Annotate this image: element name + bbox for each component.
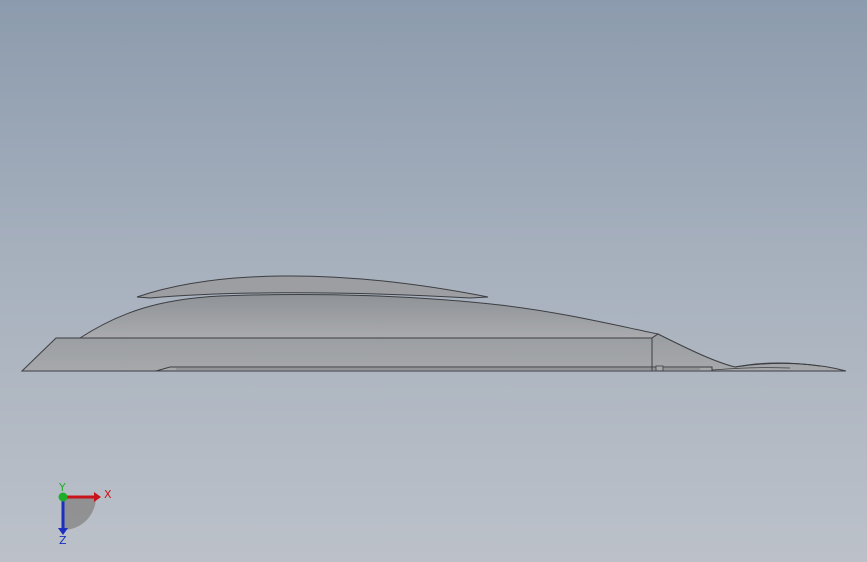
z-axis-label: Z: [59, 534, 67, 546]
small-square-feature[interactable]: [655, 365, 664, 372]
graphics-viewport[interactable]: X Y Z: [0, 0, 867, 562]
model-side-view[interactable]: [0, 0, 867, 562]
main-body[interactable]: [78, 293, 660, 339]
triad-shadow: [63, 497, 96, 530]
x-axis-label: X: [104, 488, 112, 501]
x-axis-arrow: [94, 492, 101, 502]
orientation-triad: X Y Z: [58, 482, 112, 546]
hull-band[interactable]: [20, 333, 847, 372]
y-axis-label: Y: [58, 482, 66, 494]
